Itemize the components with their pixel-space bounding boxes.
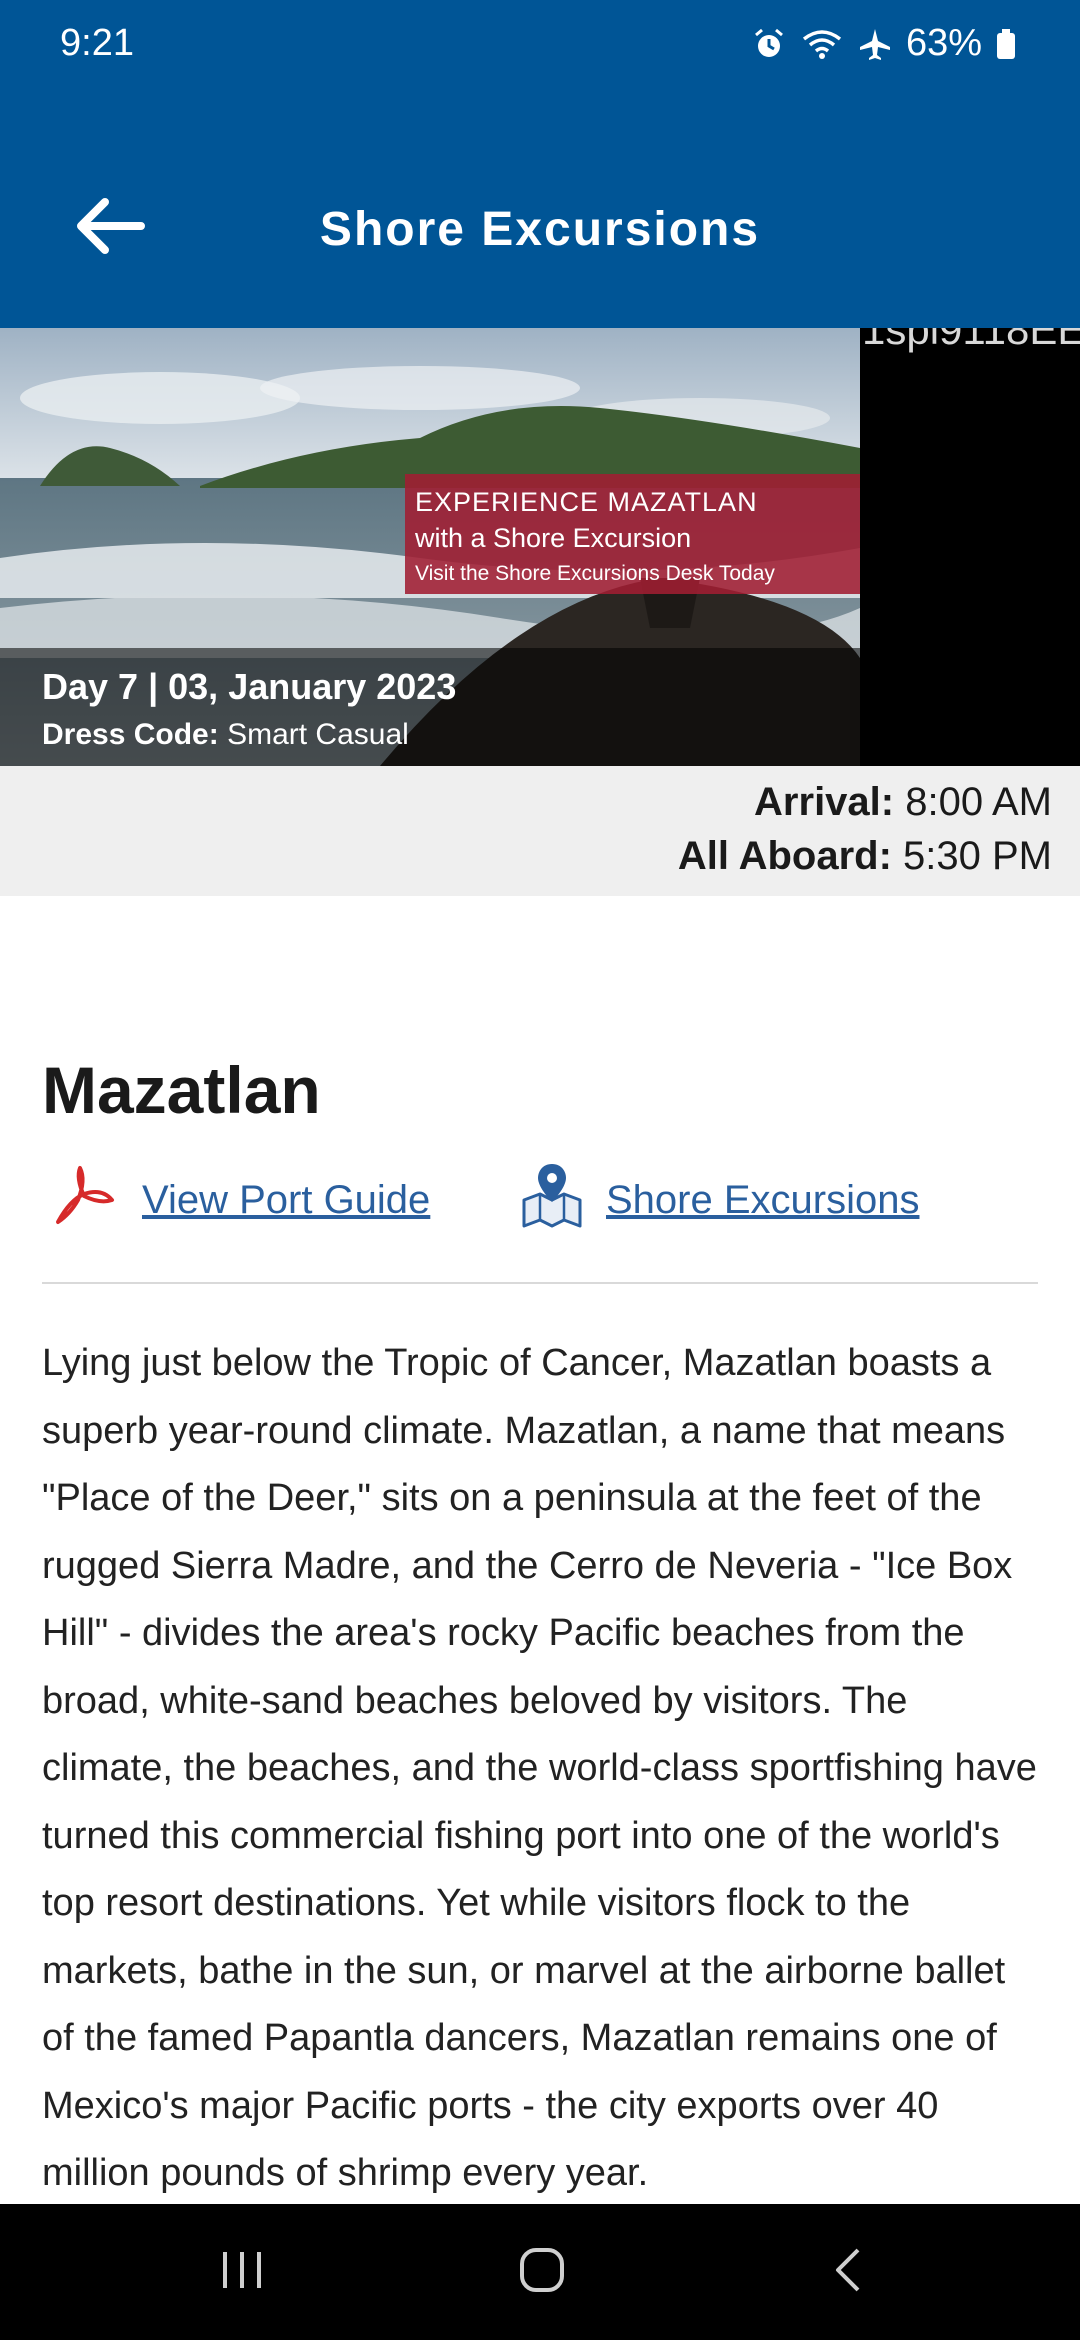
- view-port-guide-label: View Port Guide: [142, 1177, 431, 1222]
- day-date: Day 7 | 03, January 2023: [42, 666, 457, 707]
- app-bar: Shore Excursions: [0, 96, 1080, 328]
- promo-caption: Visit the Shore Excursions Desk Today: [415, 562, 775, 585]
- battery-icon: [996, 27, 1016, 61]
- map-pin-icon: [520, 1160, 584, 1240]
- airplane-icon: [858, 27, 892, 61]
- port-links: View Port Guide Shore Excursions: [42, 1160, 1038, 1280]
- dress-code-label: Dress Code:: [42, 718, 219, 751]
- system-nav-bar: [0, 2204, 1080, 2340]
- page-title: Shore Excursions: [319, 203, 761, 256]
- all-aboard-time: All Aboard: 5:30 PM: [678, 834, 1052, 879]
- view-port-guide-link[interactable]: View Port Guide: [50, 1160, 430, 1240]
- status-bar: 9:21 63%: [0, 0, 1080, 96]
- port-name: Mazatlan: [42, 1053, 321, 1127]
- day-info-overlay: Day 7 | 03, January 2023 Dress Code: Sma…: [0, 648, 860, 766]
- system-back-button[interactable]: [768, 2204, 928, 2340]
- alarm-icon: [752, 27, 786, 61]
- promo-headline: EXPERIENCE MAZATLAN: [415, 487, 758, 517]
- status-icons: 63%: [752, 22, 1016, 65]
- pdf-icon: [50, 1160, 120, 1240]
- port-hero-banner: 1spl9118EE84 EXPERIENCE MAZATLAN with a …: [0, 328, 1080, 766]
- home-button[interactable]: [462, 2204, 622, 2340]
- promo-subheadline: with a Shore Excursion: [415, 523, 692, 553]
- divider: [42, 1282, 1038, 1284]
- dress-code: Dress Code: Smart Casual: [42, 712, 860, 758]
- recents-icon: [217, 2248, 267, 2297]
- port-times: Arrival: 8:00 AM All Aboard: 5:30 PM: [0, 766, 1080, 896]
- dress-code-value: Smart Casual: [227, 718, 409, 751]
- arrival-label: Arrival:: [754, 780, 895, 824]
- hero-side-text: 1spl9118EE84: [862, 328, 1080, 353]
- shore-excursions-label: Shore Excursions: [606, 1177, 920, 1222]
- port-description: Lying just below the Tropic of Cancer, M…: [42, 1342, 1037, 2194]
- arrival-value: 8:00 AM: [905, 780, 1052, 824]
- promo-banner: EXPERIENCE MAZATLAN with a Shore Excursi…: [405, 474, 860, 594]
- shore-excursions-link[interactable]: Shore Excursions: [520, 1160, 919, 1240]
- recents-button[interactable]: [162, 2204, 322, 2340]
- all-aboard-value: 5:30 PM: [903, 834, 1052, 878]
- arrival-time: Arrival: 8:00 AM: [754, 780, 1052, 825]
- battery-percent: 63%: [905, 22, 982, 64]
- home-icon: [517, 2245, 567, 2300]
- chevron-left-icon: [828, 2245, 868, 2300]
- all-aboard-label: All Aboard:: [677, 834, 892, 878]
- wifi-icon: [800, 27, 844, 61]
- status-time: 9:21: [60, 22, 134, 64]
